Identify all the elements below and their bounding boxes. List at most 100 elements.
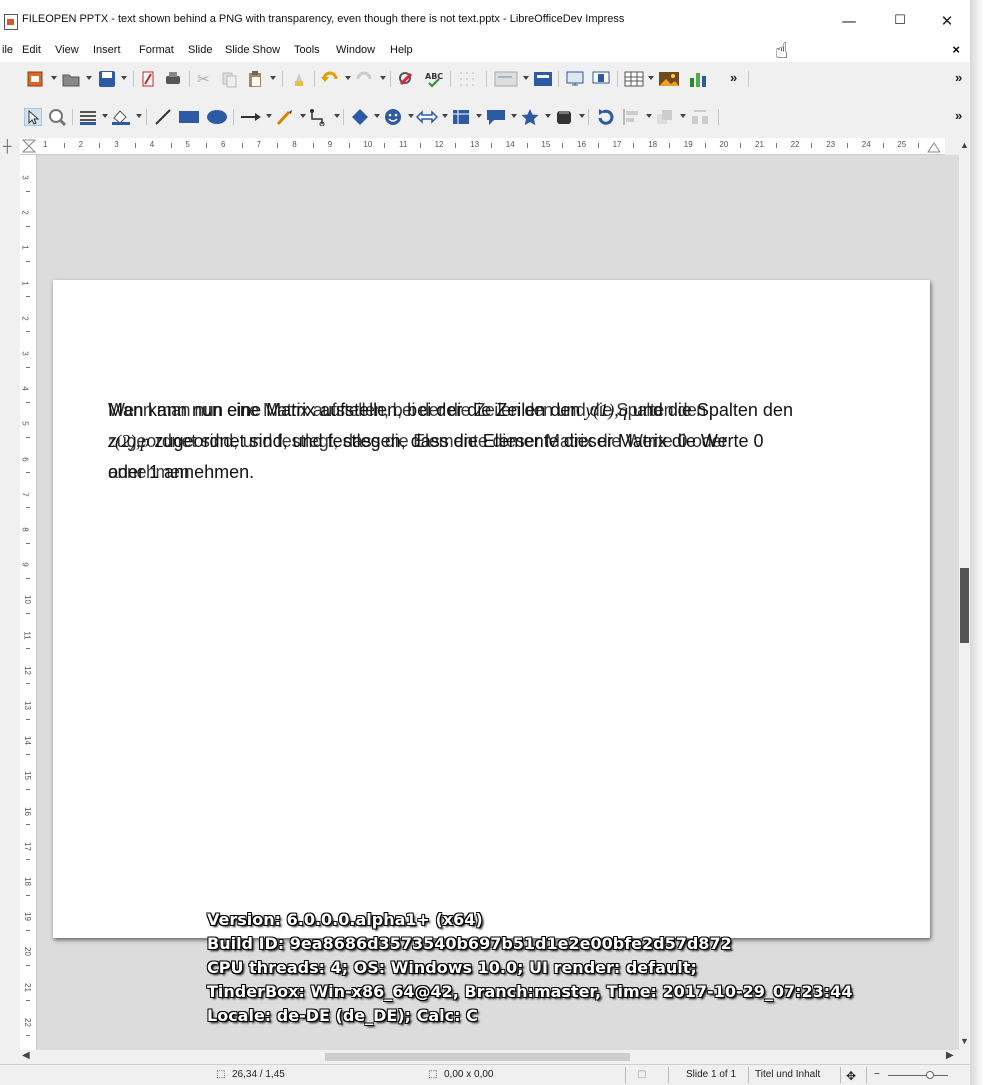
line-color-icon[interactable] (78, 108, 98, 126)
chevron-down-icon[interactable] (476, 114, 482, 118)
toolbar-overflow-icon[interactable]: » (955, 108, 962, 123)
display-views-icon[interactable] (494, 70, 518, 88)
block-arrows-icon[interactable] (416, 108, 438, 126)
align-icon[interactable] (622, 108, 642, 126)
chevron-down-icon[interactable] (408, 114, 414, 118)
copy-icon[interactable] (220, 70, 238, 88)
rotate-icon[interactable] (596, 108, 616, 126)
chart-icon[interactable] (688, 70, 708, 88)
horizontal-scrollbar[interactable]: ◀ ▶ (20, 1050, 960, 1064)
3d-object-icon[interactable] (554, 108, 574, 126)
slide-text-line-3[interactable]: oder 1 annehmen. (108, 462, 254, 483)
arrow-line-icon[interactable] (240, 108, 262, 126)
menu-edit[interactable]: Edit (22, 44, 41, 56)
smiley-icon[interactable] (383, 108, 403, 126)
impress-app-icon[interactable] (4, 14, 18, 30)
ruler-right-indent-marker-icon[interactable] (926, 139, 940, 153)
tab-stop-icon[interactable]: ┼ (3, 139, 12, 153)
zoom-pan-icon[interactable] (48, 108, 66, 126)
arrange-icon[interactable] (655, 108, 675, 126)
menu-window[interactable]: Window (336, 44, 375, 56)
menu-slide-show[interactable]: Slide Show (225, 44, 280, 56)
zoom-slider-handle[interactable] (926, 1071, 934, 1079)
chevron-down-icon[interactable] (680, 114, 686, 118)
line-icon[interactable] (154, 108, 172, 126)
menu-insert[interactable]: Insert (93, 44, 121, 56)
chevron-down-icon[interactable] (121, 76, 127, 80)
ellipse-icon[interactable] (206, 108, 228, 126)
connector-icon[interactable] (309, 108, 329, 126)
chevron-down-icon[interactable] (270, 76, 276, 80)
vertical-scrollbar[interactable]: ▲ ▼ (959, 138, 970, 1050)
distribute-icon[interactable] (690, 108, 710, 126)
scrollbar-thumb[interactable] (325, 1053, 630, 1061)
callout-icon[interactable] (485, 108, 507, 126)
chevron-down-icon[interactable] (334, 114, 340, 118)
chevron-down-icon[interactable] (300, 114, 306, 118)
chevron-down-icon[interactable] (648, 76, 654, 80)
menu-format[interactable]: Format (139, 44, 174, 56)
ruler-indent-marker-icon[interactable] (22, 139, 36, 153)
scroll-down-icon[interactable]: ▼ (960, 1036, 969, 1046)
paste-icon[interactable] (246, 70, 264, 88)
new-document-icon[interactable] (26, 70, 44, 88)
master-slide-icon[interactable] (533, 70, 553, 88)
horizontal-ruler[interactable]: 1 2 3 4 5 6 7 8 9 10 11 12 13 14 15 16 17 18 19 20 21 22 23 24 2… (20, 138, 945, 155)
fit-slide-icon[interactable]: ✥ (846, 1069, 856, 1083)
chevron-down-icon[interactable] (51, 76, 57, 80)
clone-formatting-icon[interactable] (290, 70, 308, 88)
basic-shapes-icon[interactable] (350, 108, 370, 126)
slide-text-line-1[interactable]: Man kann nun eine Matrix aufstellen, bei… (108, 400, 793, 421)
vertical-ruler[interactable]: 3 2 1 1 2 3 4 5 6 7 8 9 10 11 12 13 14 15 16 17 18 19 20 21 22 (20, 155, 37, 1050)
chevron-down-icon[interactable] (579, 114, 585, 118)
chevron-down-icon[interactable] (545, 114, 551, 118)
slide-text-line-2[interactable]: z(2),p zugeordnet sind, und festlegen, d… (108, 431, 764, 452)
flowchart-icon[interactable] (451, 108, 471, 126)
curve-icon[interactable] (275, 108, 295, 126)
star-icon[interactable] (520, 108, 540, 126)
image-icon[interactable] (658, 70, 680, 88)
menu-slide[interactable]: Slide (188, 44, 212, 56)
cut-icon[interactable]: ✂ (197, 70, 210, 88)
chevron-down-icon[interactable] (102, 114, 108, 118)
minimize-button[interactable]: — (826, 10, 872, 32)
chevron-down-icon[interactable] (380, 76, 386, 80)
select-arrow-icon[interactable] (24, 108, 42, 126)
rectangle-icon[interactable] (178, 108, 200, 126)
chevron-down-icon[interactable] (523, 76, 529, 80)
menu-file[interactable]: ile (2, 44, 13, 56)
chevron-down-icon[interactable] (136, 114, 142, 118)
fill-color-icon[interactable] (110, 108, 132, 126)
layout-name[interactable]: Titel und Inhalt (755, 1069, 820, 1080)
save-icon[interactable] (98, 70, 116, 88)
start-from-first-icon[interactable] (565, 70, 585, 88)
chevron-down-icon[interactable] (86, 76, 92, 80)
menu-tools[interactable]: Tools (294, 44, 320, 56)
signature-icon[interactable]: ▢ (637, 1069, 646, 1080)
scrollbar-thumb[interactable] (960, 568, 969, 643)
menu-help[interactable]: Help (390, 44, 413, 56)
spelling-icon[interactable]: ABC (424, 70, 444, 88)
chevron-down-icon[interactable] (374, 114, 380, 118)
open-folder-icon[interactable] (62, 70, 80, 88)
display-grid-icon[interactable] (458, 70, 480, 88)
zoom-slider[interactable] (888, 1075, 948, 1076)
scroll-left-icon[interactable]: ◀ (22, 1050, 30, 1061)
chevron-down-icon[interactable] (266, 114, 272, 118)
slide-canvas[interactable]: Wenn man nun eine Matrix aufstellen, bei… (53, 280, 930, 938)
maximize-button[interactable]: ☐ (877, 10, 923, 32)
toolbar-overflow-icon[interactable]: » (730, 70, 737, 85)
find-replace-icon[interactable] (397, 70, 417, 88)
scroll-up-icon[interactable]: ▲ (960, 140, 969, 150)
undo-icon[interactable] (320, 70, 340, 88)
chevron-down-icon[interactable] (345, 76, 351, 80)
start-from-current-icon[interactable] (591, 70, 611, 88)
toolbar-overflow-icon[interactable]: » (955, 70, 962, 85)
close-button[interactable]: ✕ (924, 10, 970, 32)
redo-icon[interactable] (354, 70, 374, 88)
chevron-down-icon[interactable] (442, 114, 448, 118)
scroll-right-icon[interactable]: ▶ (946, 1050, 954, 1061)
table-icon[interactable] (624, 70, 644, 88)
chevron-down-icon[interactable] (511, 114, 517, 118)
zoom-out-icon[interactable]: − (874, 1069, 880, 1080)
